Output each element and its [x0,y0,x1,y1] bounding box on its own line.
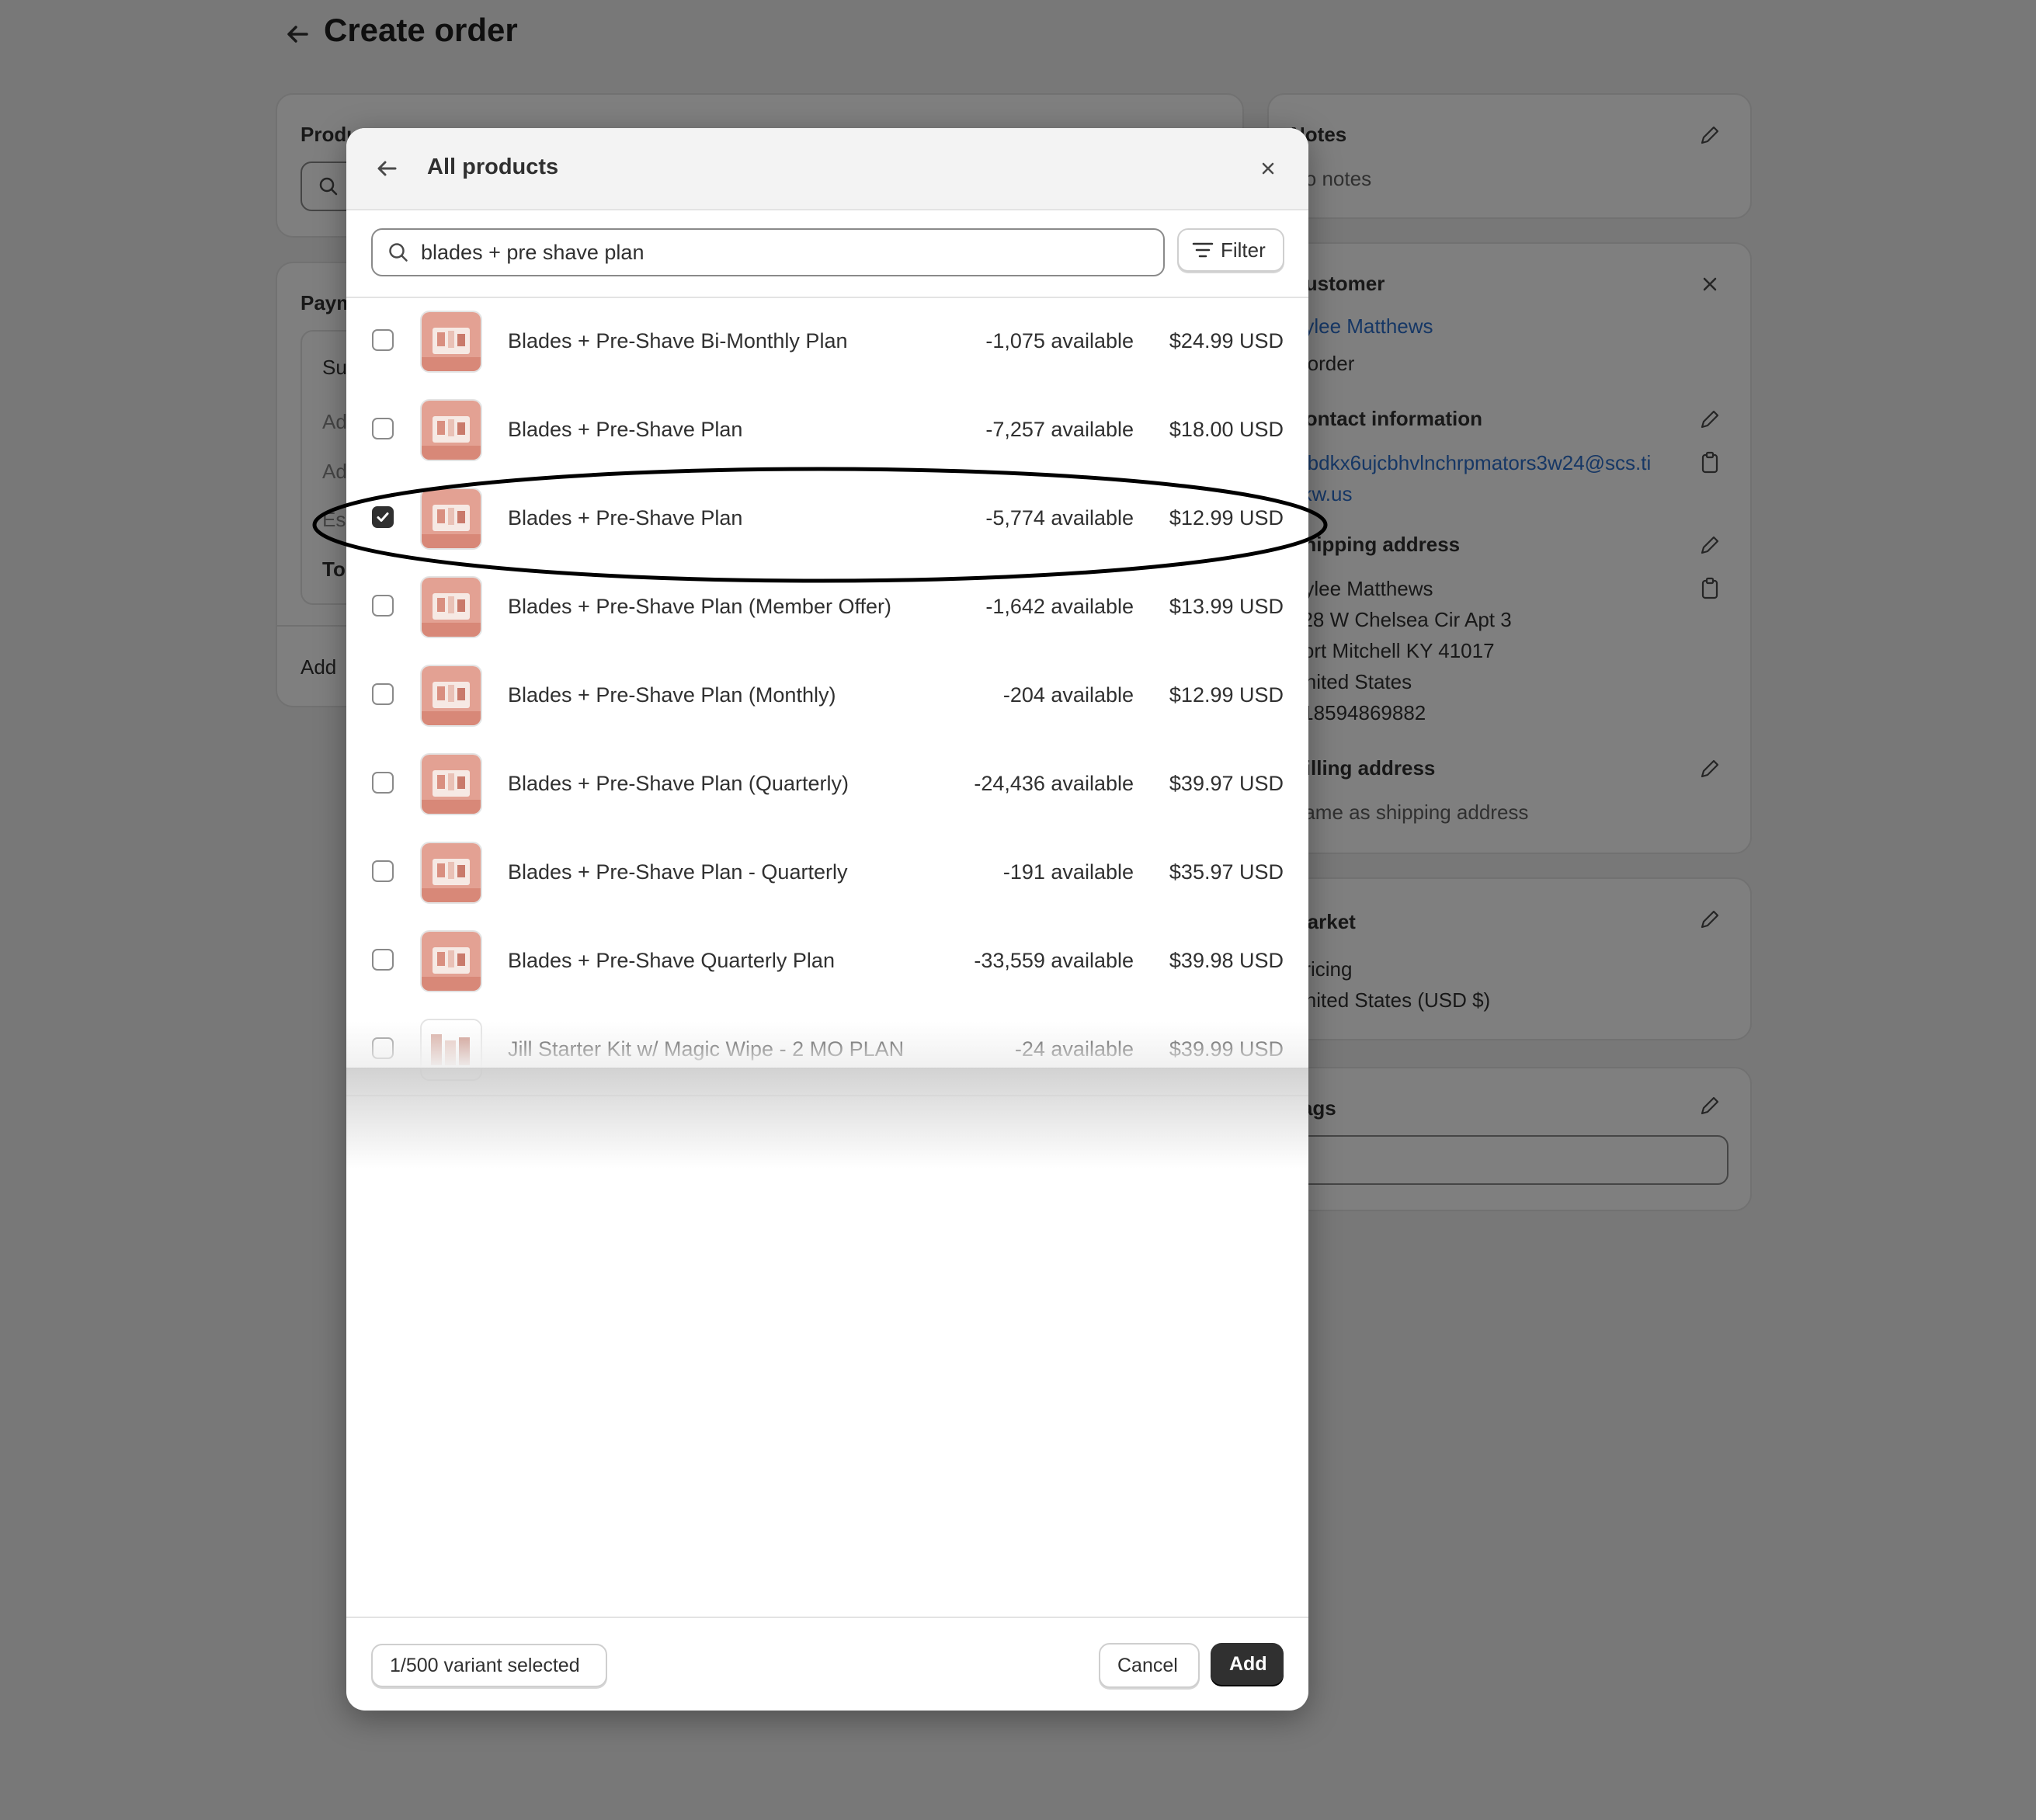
product-price: $13.99 USD [1169,595,1284,618]
filter-label: Filter [1221,238,1266,262]
row-checkbox[interactable] [372,772,394,794]
product-thumbnail [420,930,482,992]
product-row[interactable]: Blades + Pre-Shave Bi-Monthly Plan -1,075… [346,298,1308,388]
row-checkbox[interactable] [372,949,394,971]
product-row[interactable]: Blades + Pre-Shave Plan (Monthly) -204 av… [346,652,1308,742]
product-price: $35.97 USD [1169,860,1284,884]
selection-count-label: 1/500 variant selected [390,1655,580,1676]
product-row[interactable]: Blades + Pre-Shave Quarterly Plan -33,559… [346,918,1308,1008]
filter-icon [1192,242,1214,258]
close-icon[interactable] [1256,156,1280,181]
product-title: Blades + Pre-Shave Plan (Member Offer) [508,595,891,618]
product-picker-modal: All products blades + pre shave plan Fil… [346,128,1308,1711]
list-fade [346,1021,1308,1069]
add-button-label: Add [1229,1653,1267,1675]
modal-title: All products [427,155,559,179]
product-price: $12.99 USD [1169,683,1284,707]
product-thumbnail [420,311,482,373]
product-title: Blades + Pre-Shave Plan - Quarterly [508,860,848,884]
product-thumbnail [420,399,482,461]
product-availability: -191 available [1002,860,1134,884]
product-thumbnail [420,665,482,727]
product-price: $24.99 USD [1169,329,1284,353]
product-thumbnail [420,753,482,815]
search-icon [389,243,408,262]
back-arrow-icon[interactable] [373,155,401,182]
row-checkbox[interactable] [372,595,394,617]
product-price: $39.97 USD [1169,772,1284,795]
product-search-input[interactable]: blades + pre shave plan [371,228,1165,276]
product-row[interactable]: Blades + Pre-Shave Plan - Quarterly -191 … [346,829,1308,919]
product-availability: -7,257 available [985,418,1134,441]
row-checkbox[interactable] [372,860,394,882]
search-input-value: blades + pre shave plan [421,241,645,264]
row-checkbox[interactable] [372,683,394,705]
cancel-button-label: Cancel [1117,1655,1178,1676]
product-row[interactable]: Blades + Pre-Shave Plan -7,257 available $… [346,387,1308,477]
product-title: Blades + Pre-Shave Bi-Monthly Plan [508,329,848,353]
selection-count-badge[interactable]: 1/500 variant selected [371,1644,607,1687]
row-checkbox[interactable] [372,418,394,439]
product-row[interactable]: Blades + Pre-Shave Plan (Quarterly) -24,4… [346,741,1308,831]
product-title: Blades + Pre-Shave Plan [508,418,743,441]
product-title: Blades + Pre-Shave Quarterly Plan [508,949,835,972]
product-availability: -1,642 available [985,595,1134,618]
product-price: $39.98 USD [1169,949,1284,972]
divider [346,1617,1308,1618]
filter-button[interactable]: Filter [1177,228,1284,272]
annotation-ellipse [312,467,1328,583]
modal-header: All products [346,128,1308,210]
product-availability: -24,436 available [974,772,1134,795]
product-thumbnail [420,576,482,638]
product-price: $18.00 USD [1169,418,1284,441]
product-availability: -204 available [1002,683,1134,707]
product-availability: -33,559 available [974,949,1134,972]
product-thumbnail [420,842,482,904]
product-availability: -1,075 available [985,329,1134,353]
row-checkbox[interactable] [372,329,394,351]
product-title: Blades + Pre-Shave Plan (Monthly) [508,683,836,707]
product-title: Blades + Pre-Shave Plan (Quarterly) [508,772,849,795]
cancel-button[interactable]: Cancel [1099,1643,1200,1688]
add-button[interactable]: Add [1211,1643,1284,1685]
list-shadow [346,1068,1308,1169]
